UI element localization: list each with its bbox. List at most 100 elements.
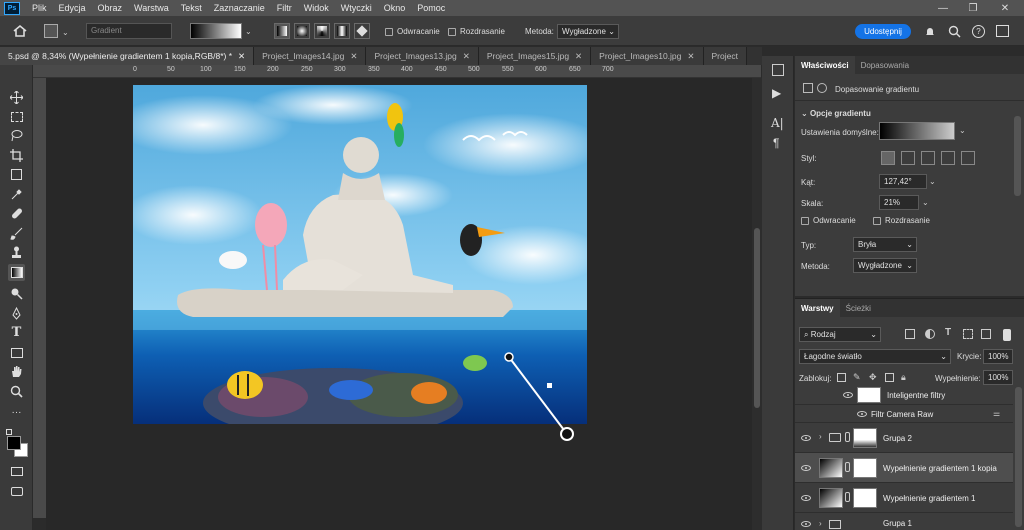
chevron-down-icon[interactable]: ⌄: [922, 198, 929, 207]
tab-layers[interactable]: Warstwy: [795, 299, 840, 317]
eye-icon[interactable]: [801, 465, 811, 471]
screen-mode-icon[interactable]: [8, 483, 25, 500]
character-panel-icon[interactable]: A|: [771, 116, 784, 130]
chevron-down-icon[interactable]: ⌄: [959, 126, 969, 138]
chevron-right-icon[interactable]: ›: [819, 432, 822, 441]
filter-smart-icon[interactable]: [981, 329, 991, 339]
menu-window[interactable]: Okno: [378, 3, 412, 13]
layer-row[interactable]: › Grupa 1: [795, 513, 1013, 530]
marquee-tool-icon[interactable]: [8, 108, 25, 125]
diamond-style-icon[interactable]: [961, 151, 975, 165]
close-icon[interactable]: ✕: [463, 51, 470, 62]
layer-row[interactable]: Wypełnienie gradientem 1: [795, 483, 1013, 513]
eye-icon[interactable]: [857, 411, 867, 417]
eyedropper-tool-icon[interactable]: [8, 186, 25, 203]
chevron-down-icon[interactable]: ⌄: [62, 28, 69, 37]
reflected-style-icon[interactable]: [941, 151, 955, 165]
bell-icon[interactable]: [924, 26, 936, 38]
linear-gradient-icon[interactable]: [274, 23, 290, 39]
layer-row[interactable]: Inteligentne filtry: [795, 385, 1013, 405]
method-dropdown[interactable]: Wygładzone ⌄: [557, 24, 619, 39]
tab-properties[interactable]: Właściwości: [795, 56, 855, 74]
eye-icon[interactable]: [801, 495, 811, 501]
tab-project-images15[interactable]: Project_Images15.jpg ✕: [478, 47, 592, 65]
tab-project[interactable]: Project: [703, 47, 747, 65]
layers-scrollbar[interactable]: [1015, 387, 1022, 527]
more-tools-icon[interactable]: ···: [8, 404, 25, 421]
menu-file[interactable]: Plik: [26, 3, 53, 13]
gradient-tool-preset-icon[interactable]: [44, 24, 58, 38]
restore-icon[interactable]: ❐: [960, 0, 986, 16]
close-icon[interactable]: ✕: [350, 51, 357, 62]
method-dropdown[interactable]: Wygładzone ⌄: [853, 258, 917, 273]
minimize-icon[interactable]: —: [930, 0, 956, 16]
close-icon[interactable]: ✕: [687, 51, 694, 62]
properties-scrollbar[interactable]: [1014, 116, 1021, 196]
reverse-checkbox[interactable]: [801, 217, 809, 225]
type-tool-icon[interactable]: T: [8, 324, 25, 341]
angle-input[interactable]: 127,42°: [879, 174, 927, 189]
tab-5-psd[interactable]: 5.psd @ 8,34% (Wypełnienie gradientem 1 …: [0, 47, 255, 65]
reflected-gradient-icon[interactable]: [334, 23, 350, 39]
lock-transparent-icon[interactable]: [837, 373, 846, 382]
gradient-tool-icon[interactable]: [8, 264, 25, 281]
chevron-down-icon[interactable]: ⌄: [245, 27, 252, 36]
gradient-preset-field[interactable]: Gradient: [86, 23, 172, 39]
healing-brush-icon[interactable]: [8, 205, 25, 222]
gradient-handle[interactable]: [500, 350, 580, 445]
lock-artboard-icon[interactable]: [885, 373, 894, 382]
linear-style-icon[interactable]: [881, 151, 895, 165]
close-icon[interactable]: ✕: [575, 51, 582, 62]
blend-mode-dropdown[interactable]: Łagodne światło ⌄: [799, 349, 951, 364]
share-button[interactable]: Udostępnij: [855, 24, 911, 39]
quick-mask-icon[interactable]: [8, 463, 25, 480]
tab-project-images14[interactable]: Project_Images14.jpg ✕: [254, 47, 367, 65]
type-dropdown[interactable]: Bryła ⌄: [853, 237, 917, 252]
tab-project-images13[interactable]: Project_Images13.jpg ✕: [366, 47, 479, 65]
tab-adjustments[interactable]: Dopasowania: [855, 56, 915, 74]
angle-gradient-icon[interactable]: [314, 23, 330, 39]
tab-project-images10[interactable]: Project_Images10.jpg ✕: [591, 47, 704, 65]
menu-view[interactable]: Widok: [298, 3, 335, 13]
mask-icon[interactable]: [817, 83, 827, 93]
scale-input[interactable]: 21%: [879, 195, 919, 210]
filter-adjustment-icon[interactable]: [925, 329, 935, 339]
angle-style-icon[interactable]: [921, 151, 935, 165]
play-icon[interactable]: ▶: [772, 86, 781, 100]
lock-image-icon[interactable]: ✎: [853, 372, 861, 383]
lock-all-icon[interactable]: 🔒︎: [901, 372, 906, 383]
menu-filter[interactable]: Filtr: [271, 3, 298, 13]
pen-tool-icon[interactable]: [8, 305, 25, 322]
foreground-color-swatch[interactable]: [7, 436, 21, 450]
vertical-scrollbar[interactable]: [752, 78, 762, 530]
zoom-tool-icon[interactable]: [8, 383, 25, 400]
link-icon[interactable]: [845, 462, 850, 472]
layer-row[interactable]: Wypełnienie gradientem 1 kopia: [795, 453, 1013, 483]
filter-shape-icon[interactable]: [963, 329, 973, 339]
dither-checkbox[interactable]: [873, 217, 881, 225]
lasso-tool-icon[interactable]: [8, 127, 25, 144]
lock-position-icon[interactable]: ✥: [869, 372, 877, 383]
menu-layer[interactable]: Warstwa: [128, 3, 175, 13]
tab-paths[interactable]: Ścieżki: [840, 299, 877, 317]
gradient-options-section[interactable]: ⌄ Opcje gradientu: [801, 109, 871, 118]
close-icon[interactable]: ✕: [992, 0, 1018, 16]
menu-edit[interactable]: Edycja: [53, 3, 92, 13]
eye-icon[interactable]: [801, 435, 811, 441]
chevron-right-icon[interactable]: ›: [819, 519, 822, 528]
menu-type[interactable]: Tekst: [175, 3, 208, 13]
menu-select[interactable]: Zaznaczanie: [208, 3, 271, 13]
search-icon[interactable]: [948, 25, 961, 38]
gradient-swatch[interactable]: [190, 23, 242, 39]
radial-style-icon[interactable]: [901, 151, 915, 165]
layer-filter-dropdown[interactable]: ⌕ Rodzaj ⌄: [799, 327, 881, 342]
default-colors-icon[interactable]: [6, 429, 12, 435]
move-tool-icon[interactable]: [8, 89, 25, 106]
chevron-down-icon[interactable]: ⌄: [929, 177, 936, 186]
menu-image[interactable]: Obraz: [92, 3, 129, 13]
filter-toggle[interactable]: [1003, 329, 1011, 341]
gradient-preset-swatch[interactable]: [879, 122, 955, 140]
menu-help[interactable]: Pomoc: [411, 3, 451, 13]
hand-tool-icon[interactable]: [8, 363, 25, 380]
brush-tool-icon[interactable]: [8, 225, 25, 242]
